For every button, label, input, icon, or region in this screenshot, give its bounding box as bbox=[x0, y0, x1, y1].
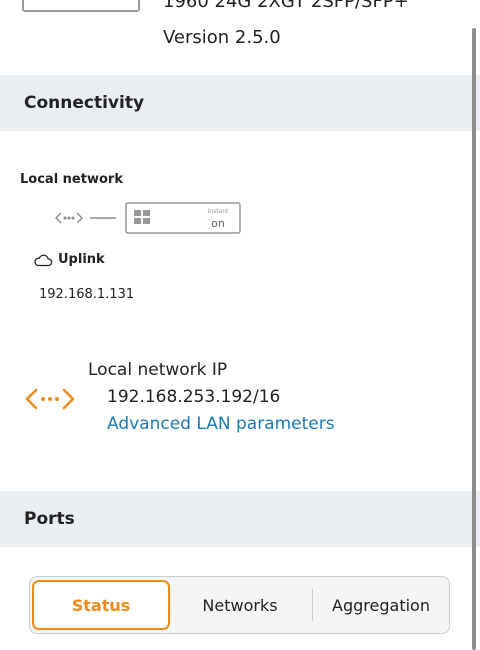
tab-status[interactable]: Status bbox=[32, 580, 170, 630]
tab-aggregation[interactable]: Aggregation bbox=[313, 577, 449, 633]
switch-brand-small: instant bbox=[208, 208, 229, 215]
local-network-icon bbox=[25, 388, 75, 410]
network-icon bbox=[55, 212, 83, 224]
topology-diagram: instant on bbox=[55, 202, 241, 234]
tab-networks[interactable]: Networks bbox=[170, 577, 310, 633]
local-network-ip-value: 192.168.253.192/16 bbox=[107, 387, 281, 407]
uplink-label: Uplink bbox=[58, 252, 105, 267]
scrollbar[interactable] bbox=[472, 28, 476, 650]
ports-title: Ports bbox=[24, 509, 75, 529]
firmware-version: Version 2.5.0 bbox=[163, 27, 281, 48]
switch-icon: instant on bbox=[125, 202, 241, 234]
ports-section-header: Ports bbox=[0, 491, 480, 547]
local-network-label: Local network bbox=[20, 172, 123, 187]
device-logo-text: on bbox=[112, 0, 128, 3]
ports-tabs: Status Networks Aggregation bbox=[29, 576, 450, 634]
device-thumbnail: on bbox=[22, 0, 140, 12]
uplink-ip: 192.168.1.131 bbox=[39, 287, 135, 302]
connectivity-title: Connectivity bbox=[24, 93, 145, 113]
advanced-lan-parameters-link[interactable]: Advanced LAN parameters bbox=[107, 414, 335, 434]
connectivity-section-header: Connectivity bbox=[0, 75, 480, 131]
uplink-row: Uplink bbox=[33, 252, 105, 267]
local-network-ip-label: Local network IP bbox=[88, 360, 228, 380]
switch-brand-on: on bbox=[211, 217, 225, 230]
device-model: 1960 24G 2XGT 2SFP/SFP+ bbox=[163, 0, 409, 12]
cloud-icon bbox=[34, 254, 53, 266]
